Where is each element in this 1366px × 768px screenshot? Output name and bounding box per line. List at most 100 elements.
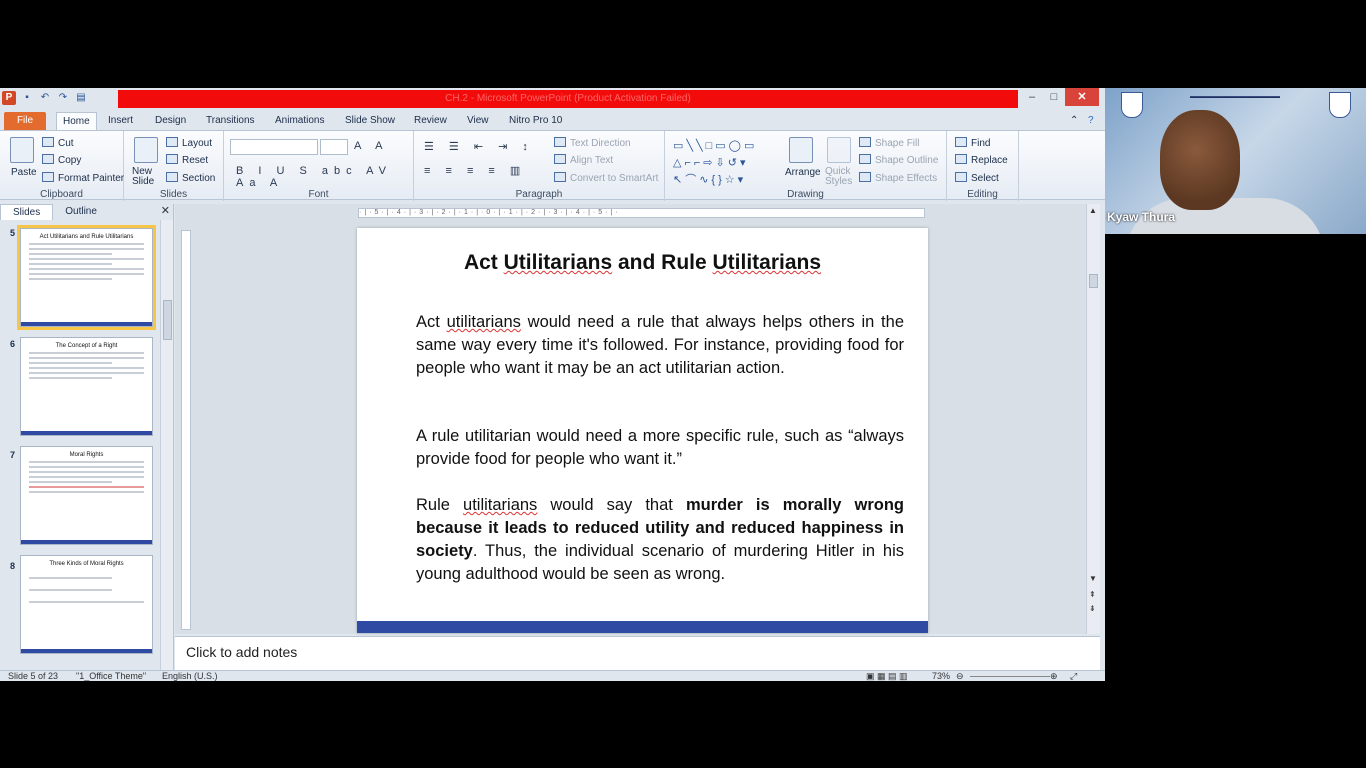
tab-transitions[interactable]: Transitions — [200, 112, 261, 130]
pane-close-icon[interactable]: ✕ — [161, 204, 170, 217]
language-indicator[interactable]: English (U.S.) — [162, 671, 218, 681]
slide-canvas[interactable]: Act Utilitarians and Rule Utilitarians A… — [357, 228, 928, 633]
maximize-icon[interactable]: □ — [1043, 88, 1065, 106]
section-label: Section — [182, 173, 216, 184]
find-label: Find — [971, 138, 991, 149]
thumbnail-text-line — [29, 367, 144, 369]
thumbnail-title: The Concept of a Right — [55, 343, 118, 349]
view-buttons[interactable]: ▣ ▦ ▤ ▥ — [866, 671, 908, 681]
tab-review[interactable]: Review — [408, 112, 453, 130]
thumbnail-title: Act Utilitarians and Rule Utilitarians — [39, 234, 134, 240]
close-icon[interactable]: ✕ — [1065, 88, 1099, 106]
participant-head — [1160, 110, 1240, 210]
zoom-slider[interactable] — [970, 676, 1050, 677]
tab-animations[interactable]: Animations — [269, 112, 330, 130]
tab-view[interactable]: View — [461, 112, 495, 130]
select-button[interactable]: Select — [955, 172, 999, 184]
notes-pane[interactable]: Click to add notes — [175, 636, 1100, 670]
thumbnail-slide-5[interactable]: Act Utilitarians and Rule Utilitarians — [17, 225, 156, 330]
thumbnail-text-line — [29, 243, 144, 245]
shapes-gallery[interactable]: ▭╲╲□▭◯▭ △⌐⌐⇨⇩↺▾ ↖⌒∿{}☆▾ — [673, 138, 781, 189]
align-text-button[interactable]: Align Text — [554, 154, 613, 166]
copy-button[interactable]: Copy — [42, 154, 81, 166]
replace-button[interactable]: Replace — [955, 154, 1008, 166]
banner-text: ▬▬▬▬▬▬▬▬▬▬▬▬▬▬▬ — [1190, 94, 1280, 100]
slide-title[interactable]: Act Utilitarians and Rule Utilitarians — [357, 251, 928, 275]
quick-styles-icon[interactable] — [827, 137, 851, 163]
layout-button[interactable]: Layout — [166, 137, 212, 149]
tab-slide-show[interactable]: Slide Show — [339, 112, 401, 130]
align-text-label: Align Text — [570, 155, 614, 166]
help-icon[interactable]: ? — [1082, 112, 1100, 130]
zoom-out-icon[interactable]: ⊖ — [956, 671, 964, 681]
scroll-thumb[interactable] — [163, 300, 172, 340]
tab-slides[interactable]: Slides — [0, 204, 54, 220]
convert-smartart-button[interactable]: Convert to SmartArt — [554, 172, 658, 184]
copy-icon — [42, 154, 54, 164]
paste-icon[interactable] — [10, 137, 34, 163]
thumbnail-text-line — [29, 589, 112, 591]
tab-home[interactable]: Home — [56, 112, 97, 130]
thumbnail-footer-bar — [21, 322, 152, 326]
zoom-level[interactable]: 73% — [932, 671, 950, 681]
zoom-in-icon[interactable]: ⊕ — [1050, 671, 1058, 681]
align-buttons[interactable]: ≡ ≡ ≡ ≡ ▥ — [424, 164, 526, 177]
thumbnail-text-line — [29, 491, 144, 493]
text-direction-label: Text Direction — [570, 138, 631, 149]
convert-smartart-label: Convert to SmartArt — [570, 173, 659, 184]
minimize-icon[interactable]: – — [1021, 88, 1043, 106]
thumbnail-slide-6[interactable]: The Concept of a Right — [20, 337, 153, 436]
tab-nitro-pro[interactable]: Nitro Pro 10 — [503, 112, 568, 130]
arrange-button[interactable]: Arrange — [785, 167, 821, 178]
arrange-icon[interactable] — [789, 137, 813, 163]
thumbnail-text-line — [29, 357, 144, 359]
title-text: and Rule — [612, 251, 713, 274]
shape-effects-button[interactable]: Shape Effects — [859, 172, 937, 184]
scroll-thumb[interactable] — [1089, 274, 1098, 288]
reset-button[interactable]: Reset — [166, 154, 208, 166]
font-format-buttons[interactable]: B I U S abc AV Aa A — [236, 165, 413, 189]
paste-button[interactable]: Paste — [11, 167, 37, 178]
section-button[interactable]: Section — [166, 172, 215, 184]
paragraph-rule-utilitarian[interactable]: A rule utilitarian would need a more spe… — [416, 425, 904, 471]
font-grow-shrink-icons[interactable]: A A — [354, 140, 389, 152]
text-direction-button[interactable]: Text Direction — [554, 137, 631, 149]
scroll-down-icon[interactable]: ▼ — [1089, 574, 1097, 583]
format-painter-label: Format Painter — [58, 173, 125, 184]
thumbnail-text-line — [29, 268, 144, 270]
tab-outline[interactable]: Outline — [53, 204, 109, 220]
thumbnail-text-line — [29, 248, 144, 250]
save-icon[interactable]: ▪ — [20, 91, 34, 105]
open-icon[interactable]: ▤ — [74, 91, 88, 105]
shape-outline-button[interactable]: Shape Outline — [859, 154, 938, 166]
editor-scrollbar[interactable]: ▲ ▼ ⇞ ⇟ — [1086, 204, 1100, 634]
new-slide-icon[interactable] — [134, 137, 158, 163]
paragraph-act-utilitarians[interactable]: Act utilitarians would need a rule that … — [416, 311, 904, 380]
undo-icon[interactable]: ↶ — [38, 91, 52, 105]
font-name-dropdown[interactable] — [230, 139, 318, 155]
slides-pane: Slides Outline ✕ 5 Act Utilitarians and … — [0, 204, 174, 670]
select-label: Select — [971, 173, 999, 184]
font-size-dropdown[interactable] — [320, 139, 348, 155]
list-buttons[interactable]: ☰ ☰ ⇤ ⇥ ↕ — [424, 140, 534, 153]
tab-file[interactable]: File — [4, 112, 46, 130]
quick-styles-button[interactable]: Quick Styles — [825, 167, 855, 187]
next-slide-icon[interactable]: ⇟ — [1089, 604, 1096, 613]
body-text: would say that — [537, 496, 686, 514]
paragraph-murder-wrong[interactable]: Rule utilitarians would say that murder … — [416, 494, 904, 586]
thumbnail-slide-8[interactable]: Three Kinds of Moral Rights — [20, 555, 153, 654]
powerpoint-logo-icon[interactable]: P — [2, 91, 16, 105]
previous-slide-icon[interactable]: ⇞ — [1089, 590, 1096, 599]
format-painter-button[interactable]: Format Painter — [42, 172, 124, 184]
slides-pane-scrollbar[interactable] — [160, 220, 173, 670]
redo-icon[interactable]: ↷ — [56, 91, 70, 105]
tab-design[interactable]: Design — [149, 112, 192, 130]
fit-slide-icon[interactable]: ⤢ — [1070, 671, 1077, 681]
find-button[interactable]: Find — [955, 137, 990, 149]
new-slide-button[interactable]: New Slide — [132, 167, 162, 187]
thumbnail-slide-7[interactable]: Moral Rights — [20, 446, 153, 545]
tab-insert[interactable]: Insert — [102, 112, 139, 130]
scroll-up-icon[interactable]: ▲ — [1089, 206, 1097, 215]
cut-button[interactable]: Cut — [42, 137, 74, 149]
shape-fill-button[interactable]: Shape Fill — [859, 137, 919, 149]
